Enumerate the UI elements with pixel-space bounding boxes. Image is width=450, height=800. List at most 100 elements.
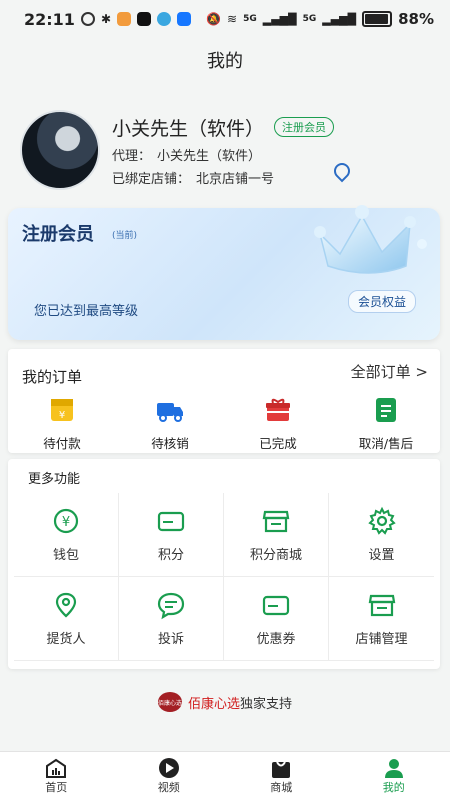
agent-name: 小关先生（软件） [157, 148, 262, 164]
app-chat-icon [157, 12, 171, 26]
page-title: 我的 [207, 51, 243, 72]
home-chart-icon [46, 758, 67, 778]
coupon-icon [262, 595, 290, 616]
tab-home-label: 首页 [45, 781, 68, 794]
tab-video-label: 视频 [157, 781, 180, 794]
function-points-mall-label: 积分商城 [249, 548, 302, 563]
status-left: 22:11 ✱ [24, 10, 191, 29]
member-level-desc: 您已达到最高等级 [34, 304, 139, 319]
alarm-icon [80, 12, 95, 26]
alipay-icon [177, 12, 191, 26]
crown-icon [314, 205, 427, 274]
store-line: 已绑定店铺： 北京店铺一号 [112, 168, 430, 187]
store-icon [262, 510, 290, 533]
battery-percent: 88% [398, 10, 434, 28]
tab-video[interactable]: 视频 [113, 752, 226, 800]
function-store-manage[interactable]: 店铺管理 [329, 577, 434, 661]
member-benefits-button[interactable]: 会员权益 [347, 290, 416, 313]
function-pickup-person[interactable]: 提货人 [14, 577, 119, 661]
tab-home[interactable]: 首页 [0, 752, 113, 800]
function-settings-label: 设置 [368, 548, 395, 563]
network-2: 5G [302, 14, 317, 24]
list-icon [376, 398, 396, 422]
orders-card: 我的订单 全部订单 > ¥ 待付款 待核销 已完成 取消/售后 [8, 349, 440, 453]
tab-mine[interactable]: 我的 [338, 752, 450, 800]
store-name: 北京店铺一号 [196, 171, 275, 187]
function-points[interactable]: 积分 [119, 493, 224, 577]
svg-text:¥: ¥ [62, 515, 70, 530]
profile-section[interactable]: 小关先生（软件） 注册会员 代理： 小关先生（软件） 已绑定店铺： 北京店铺一号 [20, 110, 430, 190]
battery-icon [362, 11, 393, 27]
member-current-label: (当前) [112, 231, 138, 241]
wifi-icon: ≋ [227, 12, 238, 26]
avatar[interactable] [20, 110, 100, 190]
function-wallet-label: 钱包 [52, 548, 79, 563]
mute-icon: 🔕 [206, 12, 222, 26]
store-label: 已绑定店铺： [112, 171, 191, 187]
tiktok-icon [137, 12, 151, 26]
profile-info: 小关先生（软件） 注册会员 代理： 小关先生（软件） 已绑定店铺： 北京店铺一号 [112, 114, 430, 187]
order-items: ¥ 待付款 待核销 已完成 取消/售后 [8, 395, 440, 452]
signal-icon-2: ▂▄▆█ [322, 12, 357, 26]
brand-text: 独家支持 [240, 696, 293, 712]
brand-support: 佰康心选 佰康心选 独家支持 [0, 692, 450, 712]
function-points-mall[interactable]: 积分商城 [224, 493, 329, 577]
store-manage-icon [368, 594, 395, 617]
clock-time: 22:11 [24, 9, 75, 29]
battery-fill [365, 14, 388, 24]
location-pin-icon [55, 592, 77, 618]
order-cancel-aftersale-label: 取消/售后 [358, 436, 414, 451]
order-cancel-aftersale[interactable]: 取消/售后 [332, 395, 440, 452]
brand-logo: 佰康心选 [157, 692, 182, 712]
play-icon [158, 758, 179, 778]
agent-label: 代理： [112, 148, 152, 164]
tab-mall[interactable]: 商城 [225, 752, 338, 800]
app-notification-icon [117, 12, 131, 26]
more-functions-card: 更多功能 ¥ 钱包 积分 积分商城 设置 提货人 投诉 优惠券 店铺管理 [8, 459, 440, 669]
bluetooth-icon: ✱ [100, 12, 111, 26]
order-completed[interactable]: 已完成 [224, 395, 332, 452]
name-row: 小关先生（软件） 注册会员 [112, 114, 430, 141]
member-level-title: 注册会员 [22, 224, 94, 245]
signal-icon-1: ▂▄▆█ [262, 12, 297, 26]
page-header: 我的 [0, 38, 450, 82]
function-complaint[interactable]: 投诉 [119, 577, 224, 661]
function-settings[interactable]: 设置 [329, 493, 434, 577]
order-pending-payment[interactable]: ¥ 待付款 [8, 395, 116, 452]
gift-icon [266, 398, 290, 421]
function-coupons-label: 优惠券 [256, 632, 296, 647]
function-store-manage-label: 店铺管理 [355, 632, 408, 647]
more-functions-title: 更多功能 [28, 472, 81, 487]
gear-icon [367, 506, 396, 535]
order-pending-verify[interactable]: 待核销 [116, 395, 224, 452]
order-pending-verify-label: 待核销 [151, 436, 189, 451]
svg-text:¥: ¥ [59, 410, 65, 421]
chat-bubble-icon [157, 592, 185, 620]
orders-title: 我的订单 [22, 368, 83, 386]
all-orders-link[interactable]: 全部订单 > [351, 361, 428, 382]
network-1: 5G [243, 14, 257, 24]
function-points-label: 积分 [157, 548, 184, 563]
function-complaint-label: 投诉 [157, 632, 184, 647]
member-tag-badge: 注册会员 [274, 117, 335, 137]
yen-coin-icon: ¥ [53, 508, 79, 534]
brand-name: 佰康心选 [187, 696, 240, 712]
card-icon [157, 511, 185, 532]
order-completed-label: 已完成 [259, 436, 297, 451]
function-coupons[interactable]: 优惠券 [224, 577, 329, 661]
order-pending-payment-label: 待付款 [43, 436, 81, 451]
bag-icon [272, 761, 291, 778]
tab-mine-label: 我的 [382, 781, 405, 794]
status-right: 🔕 ≋ 5G ▂▄▆█ 5G ▂▄▆█ 88% [206, 10, 434, 28]
status-bar: 22:11 ✱ 🔕 ≋ 5G ▂▄▆█ 5G ▂▄▆█ 88% [0, 0, 450, 38]
agent-line: 代理： 小关先生（软件） [112, 145, 430, 164]
function-wallet[interactable]: ¥ 钱包 [14, 493, 119, 577]
user-name: 小关先生（软件） [112, 117, 265, 140]
bottom-tab-bar: 首页 视频 商城 我的 [0, 751, 450, 800]
tab-mall-label: 商城 [270, 781, 293, 794]
functions-grid: ¥ 钱包 积分 积分商城 设置 提货人 投诉 优惠券 店铺管理 [14, 493, 434, 661]
function-pickup-person-label: 提货人 [46, 632, 86, 647]
truck-icon [157, 403, 183, 422]
member-card[interactable]: 注册会员 (当前) 您已达到最高等级 会员权益 [8, 205, 440, 340]
wallet-yen-icon: ¥ [51, 399, 73, 421]
